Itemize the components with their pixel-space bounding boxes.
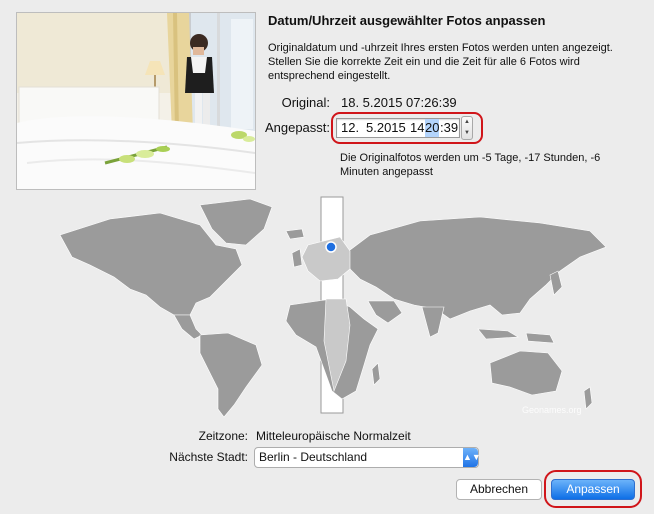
adjusted-datetime-field[interactable]: 12. 5.2015 14: 20 :39 — [336, 118, 460, 138]
timezone-value: Mitteleuropäische Normalzeit — [256, 429, 411, 443]
original-datetime: 18. 5.2015 07:26:39 — [341, 95, 457, 110]
dialog-description: Originaldatum und -uhrzeit Ihres ersten … — [268, 42, 613, 82]
minute-segment-selected[interactable]: 20 — [425, 119, 440, 137]
dialog-title: Datum/Uhrzeit ausgewählter Fotos anpasse… — [268, 13, 546, 28]
cancel-button[interactable]: Abbrechen — [456, 479, 542, 500]
original-label: Original: — [281, 95, 330, 110]
adjustment-note: Die Originalfotos werden um -5 Tage, -17… — [340, 152, 601, 178]
stepper-down-icon[interactable]: ▼ — [462, 128, 472, 139]
second-segment[interactable]: :39 — [440, 119, 458, 137]
adjusted-label: Angepasst: — [264, 120, 330, 135]
nearest-city-value: Berlin - Deutschland — [259, 450, 368, 464]
timezone-world-map[interactable] — [50, 195, 625, 420]
photo-thumbnail — [16, 12, 256, 190]
nearest-city-select[interactable]: Berlin - Deutschland ▲▼ — [254, 447, 481, 468]
stepper-up-icon[interactable]: ▲ — [462, 117, 472, 128]
datetime-stepper[interactable]: ▲ ▼ — [461, 116, 473, 140]
nearest-city-label: Nächste Stadt: — [169, 450, 248, 464]
location-marker[interactable] — [325, 241, 337, 253]
chevron-updown-icon[interactable]: ▲▼ — [463, 448, 481, 467]
apply-button[interactable]: Anpassen — [551, 479, 635, 500]
timezone-label: Zeitzone: — [198, 429, 248, 443]
day-segment[interactable]: 12. — [341, 119, 359, 137]
month-year-segment[interactable]: 5.2015 — [366, 119, 406, 137]
map-credit: Geonames.org — [522, 405, 582, 415]
